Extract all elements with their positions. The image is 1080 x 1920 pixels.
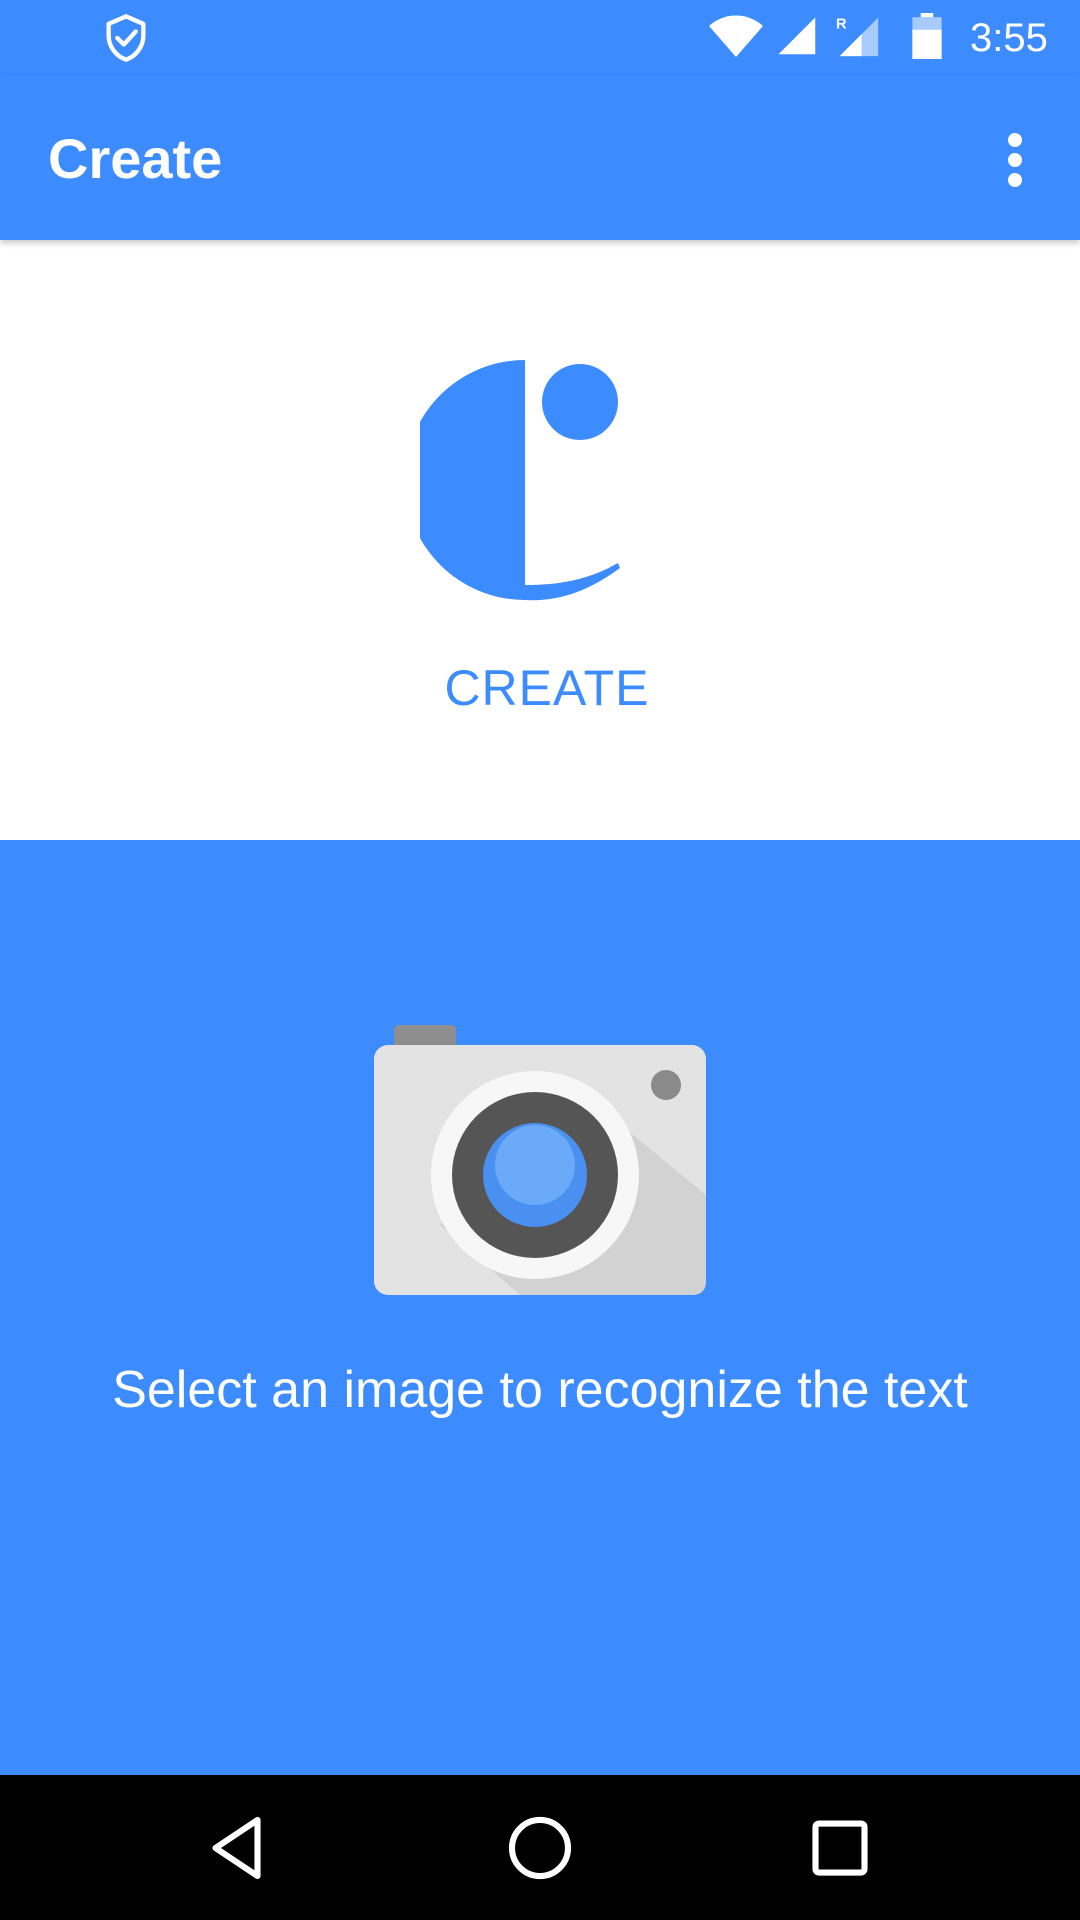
status-bar: R 3:55: [0, 0, 1080, 75]
status-time: 3:55: [970, 16, 1048, 60]
roaming-letter: R: [836, 17, 847, 33]
picker-hint-text: Select an image to recognize the text: [112, 1361, 968, 1419]
logo-area: CREATE: [0, 240, 1080, 840]
battery-icon: [912, 13, 942, 59]
create-logo-icon: [420, 360, 620, 601]
page-title: Create: [48, 127, 223, 190]
cell-signal-roaming-icon: R: [836, 17, 879, 57]
camera-icon[interactable]: [370, 1025, 710, 1295]
recents-icon[interactable]: [805, 1813, 875, 1883]
home-icon[interactable]: [505, 1813, 575, 1883]
navigation-bar: [0, 1775, 1080, 1920]
logo-text: CREATE: [444, 660, 650, 716]
more-vert-icon[interactable]: [990, 130, 1040, 190]
app-bar: Create: [0, 75, 1080, 240]
wifi-icon: [709, 15, 763, 57]
back-icon[interactable]: [205, 1813, 275, 1883]
cell-signal-icon: [778, 17, 816, 55]
shield-check-icon: [106, 14, 146, 62]
image-picker-area[interactable]: Select an image to recognize the text: [0, 840, 1080, 1775]
